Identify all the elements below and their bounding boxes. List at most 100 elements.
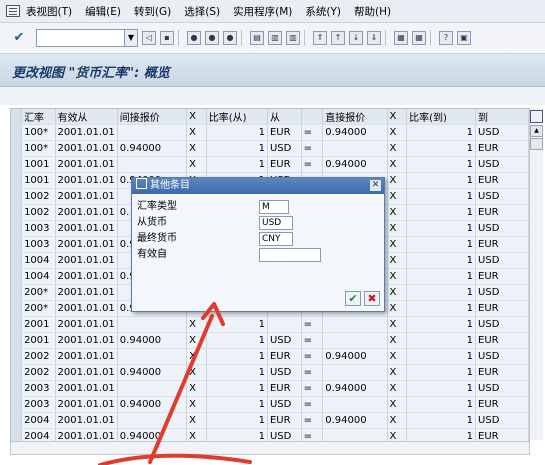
horizontal-scrollbar[interactable] [10, 441, 530, 455]
table-cell[interactable]: USD [267, 428, 302, 441]
from-currency-field[interactable]: USD [259, 216, 293, 230]
menu-select[interactable]: 选择(S) [184, 4, 220, 19]
table-cell[interactable]: 1 [406, 124, 477, 141]
table-cell[interactable]: X [387, 316, 408, 333]
table-row[interactable]: 1001 2001.01.01 X 1 EUR = 0.94000 X 1 USD [11, 156, 529, 173]
column-header[interactable]: 到 [475, 109, 529, 125]
table-cell[interactable]: X [387, 236, 408, 253]
table-cell[interactable]: X [387, 300, 408, 317]
table-settings-icon[interactable] [530, 110, 543, 123]
print-icon[interactable]: ▤ [250, 31, 264, 45]
table-cell[interactable]: X [186, 124, 207, 141]
table-cell[interactable]: 1 [206, 364, 268, 381]
table-row[interactable]: 2004 2001.01.01 0.94000 X 1 USD = X 1 EUR [11, 428, 529, 441]
table-cell[interactable]: = [301, 380, 324, 397]
table-cell[interactable]: 1 [406, 140, 477, 157]
table-cell[interactable]: EUR [475, 332, 529, 349]
layout-icon[interactable]: ▣ [457, 31, 471, 45]
table-cell[interactable]: 2001.01.01 [55, 124, 118, 141]
table-cell[interactable]: 1002 [21, 204, 56, 221]
first-page-icon[interactable]: ⇑ [313, 31, 327, 45]
table-row[interactable]: 2004 2001.01.01 X 1 EUR = 0.94000 X 1 USD [11, 412, 529, 429]
find-next-icon[interactable]: ▥ [286, 31, 300, 45]
table-cell[interactable]: EUR [475, 300, 529, 317]
table-cell[interactable]: 1 [206, 316, 268, 333]
table-cell[interactable]: 1 [206, 140, 268, 157]
table-cell[interactable]: USD [475, 188, 529, 205]
table-cell[interactable]: 2001.01.01 [55, 332, 118, 349]
table-cell[interactable]: USD [475, 284, 529, 301]
row-selector[interactable] [11, 380, 23, 397]
row-selector[interactable] [11, 220, 23, 237]
row-selector[interactable] [11, 300, 23, 317]
menu-utilities[interactable]: 实用程序(M) [233, 4, 292, 19]
table-cell[interactable]: 0.94000 [117, 396, 188, 413]
table-cell[interactable]: USD [475, 252, 529, 269]
table-cell[interactable]: 2001.01.01 [55, 252, 118, 269]
row-selector[interactable] [11, 364, 23, 381]
exit-icon[interactable]: ● [205, 31, 219, 45]
table-cell[interactable]: 1 [406, 268, 477, 285]
column-header[interactable]: 从 [267, 109, 302, 125]
table-cell[interactable]: EUR [475, 364, 529, 381]
menu-help[interactable]: 帮助(H) [354, 4, 391, 19]
column-header[interactable]: 直接报价 [322, 109, 388, 125]
table-cell[interactable]: 1004 [21, 268, 56, 285]
table-cell[interactable] [267, 316, 302, 333]
row-selector[interactable] [11, 172, 23, 189]
column-header[interactable] [301, 109, 324, 125]
column-header[interactable]: 汇率 [21, 109, 56, 125]
table-cell[interactable]: 1 [206, 348, 268, 365]
table-cell[interactable]: 2001.01.01 [55, 300, 118, 317]
cancel-button[interactable]: ✖ [364, 291, 380, 306]
table-cell[interactable]: X [387, 348, 408, 365]
continue-button[interactable]: ✔ [345, 291, 361, 306]
table-cell[interactable]: = [301, 316, 324, 333]
table-cell[interactable]: 2001.01.01 [55, 236, 118, 253]
table-cell[interactable]: 2001.01.01 [55, 396, 118, 413]
row-selector[interactable] [11, 188, 23, 205]
table-cell[interactable]: X [186, 396, 207, 413]
table-cell[interactable]: EUR [267, 380, 302, 397]
table-cell[interactable]: 2002 [21, 348, 56, 365]
table-cell[interactable]: 1001 [21, 156, 56, 173]
table-cell[interactable]: 1 [406, 348, 477, 365]
table-cell[interactable]: USD [267, 332, 302, 349]
table-cell[interactable]: = [301, 412, 324, 429]
table-cell[interactable]: X [387, 140, 408, 157]
table-cell[interactable]: 1 [406, 396, 477, 413]
table-cell[interactable] [322, 428, 388, 441]
table-cell[interactable] [117, 348, 188, 365]
chevron-down-icon[interactable]: ▼ [124, 30, 137, 46]
table-cell[interactable]: X [387, 268, 408, 285]
table-cell[interactable]: 1 [406, 316, 477, 333]
table-cell[interactable]: 2001.01.01 [55, 268, 118, 285]
row-selector[interactable] [11, 156, 23, 173]
table-cell[interactable]: 1003 [21, 236, 56, 253]
table-cell[interactable]: X [186, 140, 207, 157]
table-cell[interactable]: EUR [475, 172, 529, 189]
vertical-scrollbar[interactable]: ▲ [529, 108, 543, 440]
table-cell[interactable] [322, 140, 388, 157]
table-cell[interactable]: 0.94000 [117, 332, 188, 349]
table-cell[interactable] [117, 156, 188, 173]
table-cell[interactable]: 0.94000 [322, 124, 388, 141]
table-cell[interactable]: X [387, 332, 408, 349]
table-cell[interactable]: X [387, 284, 408, 301]
table-cell[interactable]: USD [475, 412, 529, 429]
table-cell[interactable]: 1003 [21, 220, 56, 237]
table-cell[interactable]: 2001.01.01 [55, 348, 118, 365]
table-cell[interactable]: X [186, 380, 207, 397]
table-cell[interactable]: X [387, 428, 408, 441]
back-icon[interactable]: ● [187, 31, 201, 45]
table-row[interactable]: 2001 2001.01.01 X 1 = X 1 USD [11, 316, 529, 333]
table-cell[interactable]: 2001.01.01 [55, 220, 118, 237]
close-icon[interactable]: ✕ [370, 180, 381, 191]
table-cell[interactable]: 1001 [21, 172, 56, 189]
table-cell[interactable]: USD [267, 396, 302, 413]
table-row[interactable]: 2003 2001.01.01 0.94000 X 1 USD = X 1 EUR [11, 396, 529, 413]
scroll-up-icon[interactable]: ▲ [530, 125, 543, 137]
table-cell[interactable]: X [387, 364, 408, 381]
table-cell[interactable]: 0.94000 [322, 412, 388, 429]
table-cell[interactable]: 1 [206, 380, 268, 397]
